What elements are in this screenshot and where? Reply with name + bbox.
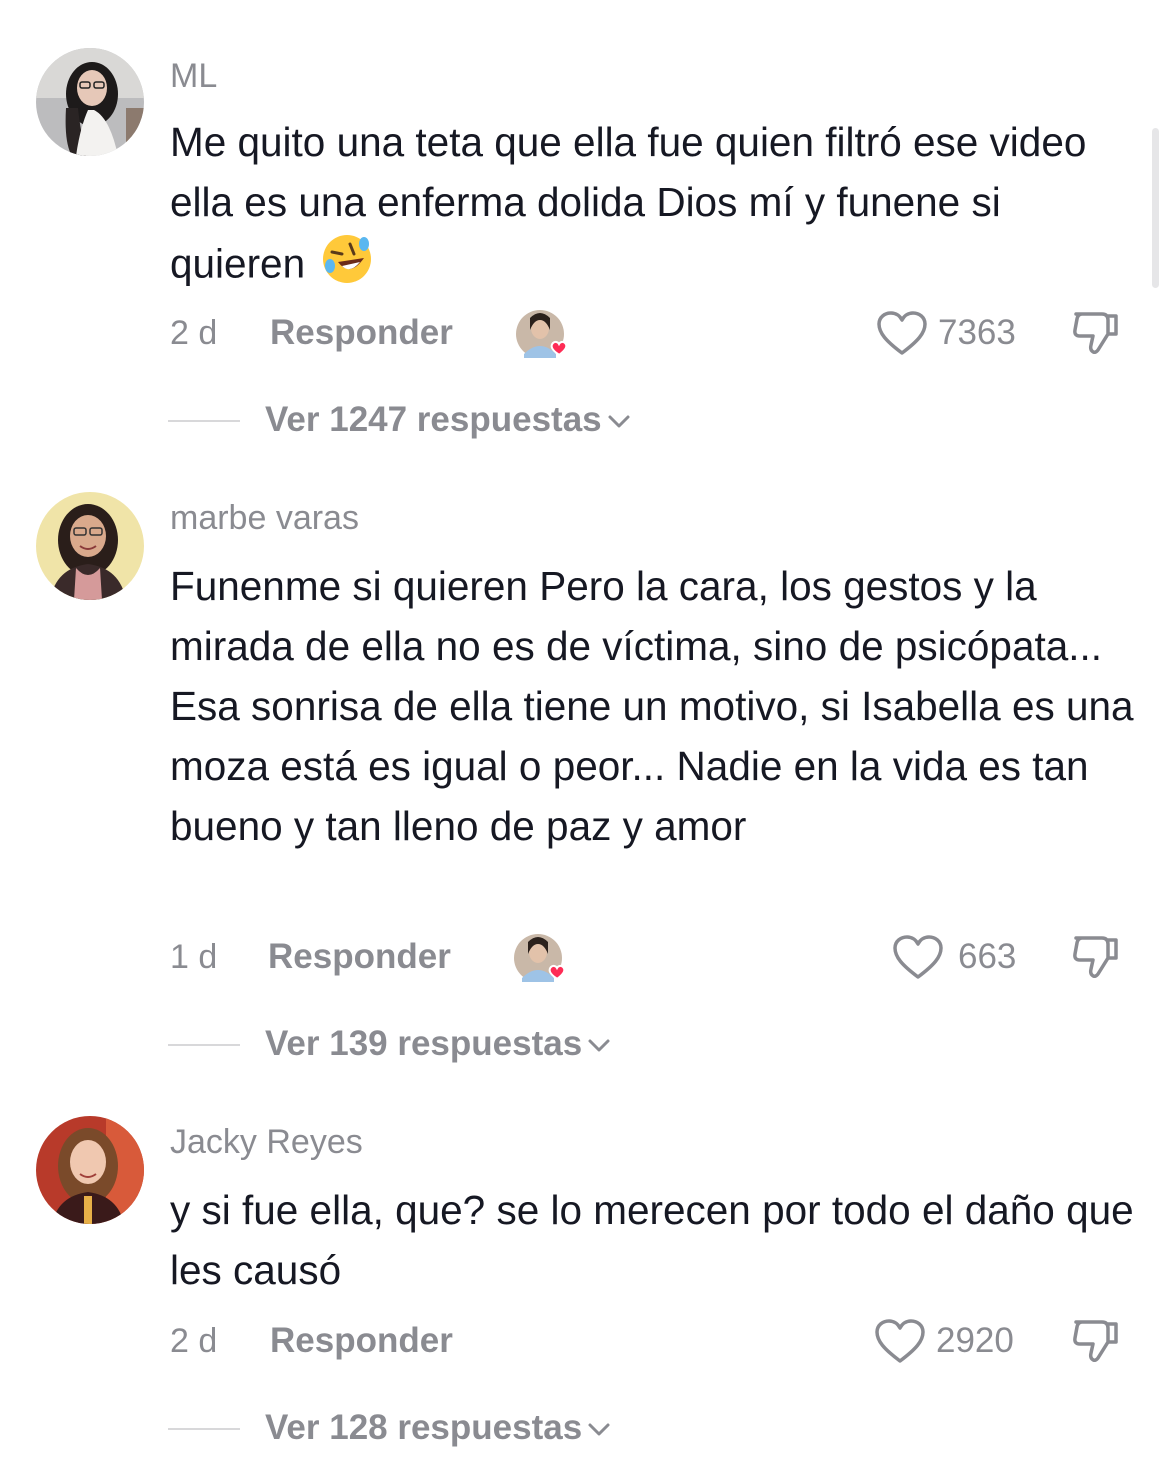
avatar[interactable] bbox=[36, 48, 144, 156]
view-replies-button[interactable]: Ver 128 respuestas bbox=[265, 1406, 612, 1450]
like-group[interactable]: 663 bbox=[892, 932, 1032, 982]
dislike-icon[interactable] bbox=[1068, 1314, 1122, 1368]
comment-time: 2 d bbox=[170, 1322, 218, 1360]
chevron-down-icon bbox=[588, 1039, 610, 1052]
heart-icon[interactable] bbox=[876, 310, 928, 356]
view-replies-button[interactable]: Ver 1247 respuestas bbox=[265, 398, 632, 442]
comment-username[interactable]: ML bbox=[170, 56, 217, 96]
comment-meta: 2 d Responder 2920 bbox=[170, 1316, 1130, 1366]
heart-icon[interactable] bbox=[874, 1318, 926, 1364]
comment-text: Me quito una teta que ella fue quien fil… bbox=[170, 112, 1140, 302]
view-replies-label: Ver 139 respuestas bbox=[265, 1024, 583, 1063]
comment-text: Funenme si quieren Pero la cara, los ges… bbox=[170, 563, 1134, 849]
creator-liked-badge bbox=[514, 932, 574, 986]
scrollbar[interactable] bbox=[1152, 128, 1159, 288]
like-count: 2920 bbox=[936, 1321, 1014, 1360]
divider-line bbox=[168, 1428, 240, 1430]
divider-line bbox=[168, 420, 240, 422]
comment-time: 1 d bbox=[170, 938, 218, 976]
like-count: 663 bbox=[958, 937, 1017, 976]
like-count: 7363 bbox=[938, 313, 1016, 352]
comment-meta: 2 d Responder 7363 bbox=[170, 308, 1130, 358]
comment-meta: 1 d Responder 663 bbox=[170, 932, 1130, 982]
chevron-down-icon bbox=[608, 415, 630, 428]
divider-line bbox=[168, 1044, 240, 1046]
avatar[interactable] bbox=[36, 1116, 144, 1224]
chevron-down-icon bbox=[588, 1423, 610, 1436]
view-replies-label: Ver 128 respuestas bbox=[265, 1408, 583, 1447]
comment-username[interactable]: Jacky Reyes bbox=[170, 1122, 363, 1162]
comment-time: 2 d bbox=[170, 314, 218, 352]
rolling-on-floor-laughing-emoji bbox=[320, 232, 374, 302]
view-replies-button[interactable]: Ver 139 respuestas bbox=[265, 1022, 612, 1066]
comment-text-content: Me quito una teta que ella fue quien fil… bbox=[170, 119, 1087, 287]
view-replies-label: Ver 1247 respuestas bbox=[265, 400, 602, 439]
dislike-icon[interactable] bbox=[1068, 930, 1122, 984]
like-group[interactable]: 7363 bbox=[876, 308, 1026, 358]
like-group[interactable]: 2920 bbox=[874, 1316, 1034, 1366]
avatar[interactable] bbox=[36, 492, 144, 600]
dislike-icon[interactable] bbox=[1068, 306, 1122, 360]
creator-liked-badge bbox=[516, 308, 576, 362]
comment-username[interactable]: marbe varas bbox=[170, 498, 359, 538]
reply-button[interactable]: Responder bbox=[270, 1316, 453, 1366]
reply-button[interactable]: Responder bbox=[270, 308, 453, 358]
comment-text: y si fue ella, que? se lo merecen por to… bbox=[170, 1187, 1134, 1293]
reply-button[interactable]: Responder bbox=[268, 932, 451, 982]
heart-icon[interactable] bbox=[892, 934, 944, 980]
